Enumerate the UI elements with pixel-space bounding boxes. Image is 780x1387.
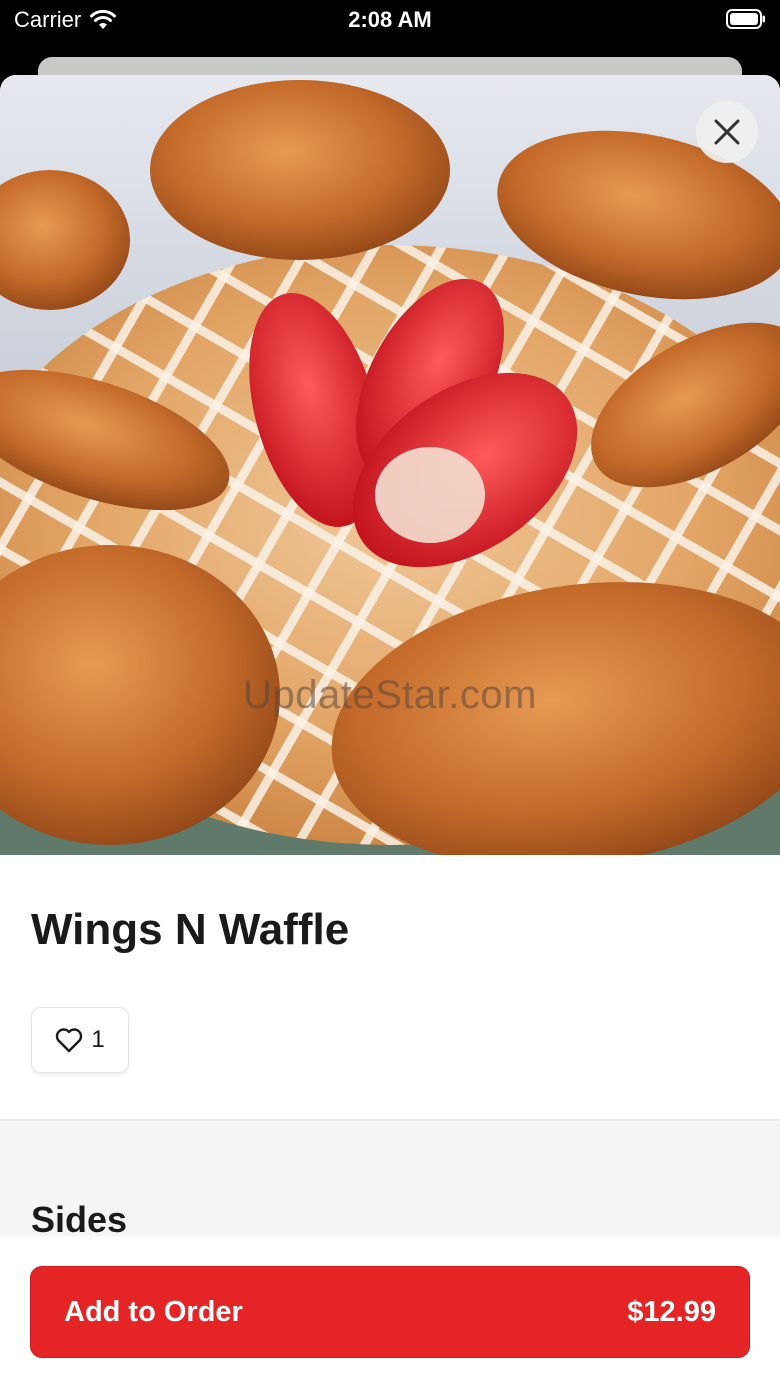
- watermark-text: UpdateStar.com: [243, 673, 537, 717]
- order-price: $12.99: [627, 1295, 716, 1328]
- like-count: 1: [91, 1026, 105, 1053]
- app-screen: Carrier 2:08 AM UpdateStar.com Wings N W…: [0, 0, 780, 1387]
- like-button[interactable]: 1: [31, 1007, 129, 1073]
- add-to-order-label: Add to Order: [64, 1295, 243, 1328]
- battery-full-icon: [726, 9, 766, 29]
- item-detail-sheet: UpdateStar.com Wings N Waffle 1 Sides: [0, 75, 780, 1387]
- close-icon: [714, 119, 740, 145]
- order-bottom-bar: Add to Order $12.99: [0, 1236, 780, 1387]
- close-button[interactable]: [696, 101, 758, 163]
- status-clock: 2:08 AM: [348, 7, 432, 32]
- sides-heading: Sides: [31, 1199, 128, 1240]
- item-title: Wings N Waffle: [31, 905, 350, 954]
- item-hero-image: UpdateStar.com: [0, 75, 780, 855]
- add-to-order-button[interactable]: Add to Order $12.99: [30, 1266, 750, 1358]
- food-photo-illustration: [0, 75, 780, 855]
- heart-outline-icon: [55, 1027, 83, 1053]
- status-bar: Carrier 2:08 AM: [0, 0, 780, 42]
